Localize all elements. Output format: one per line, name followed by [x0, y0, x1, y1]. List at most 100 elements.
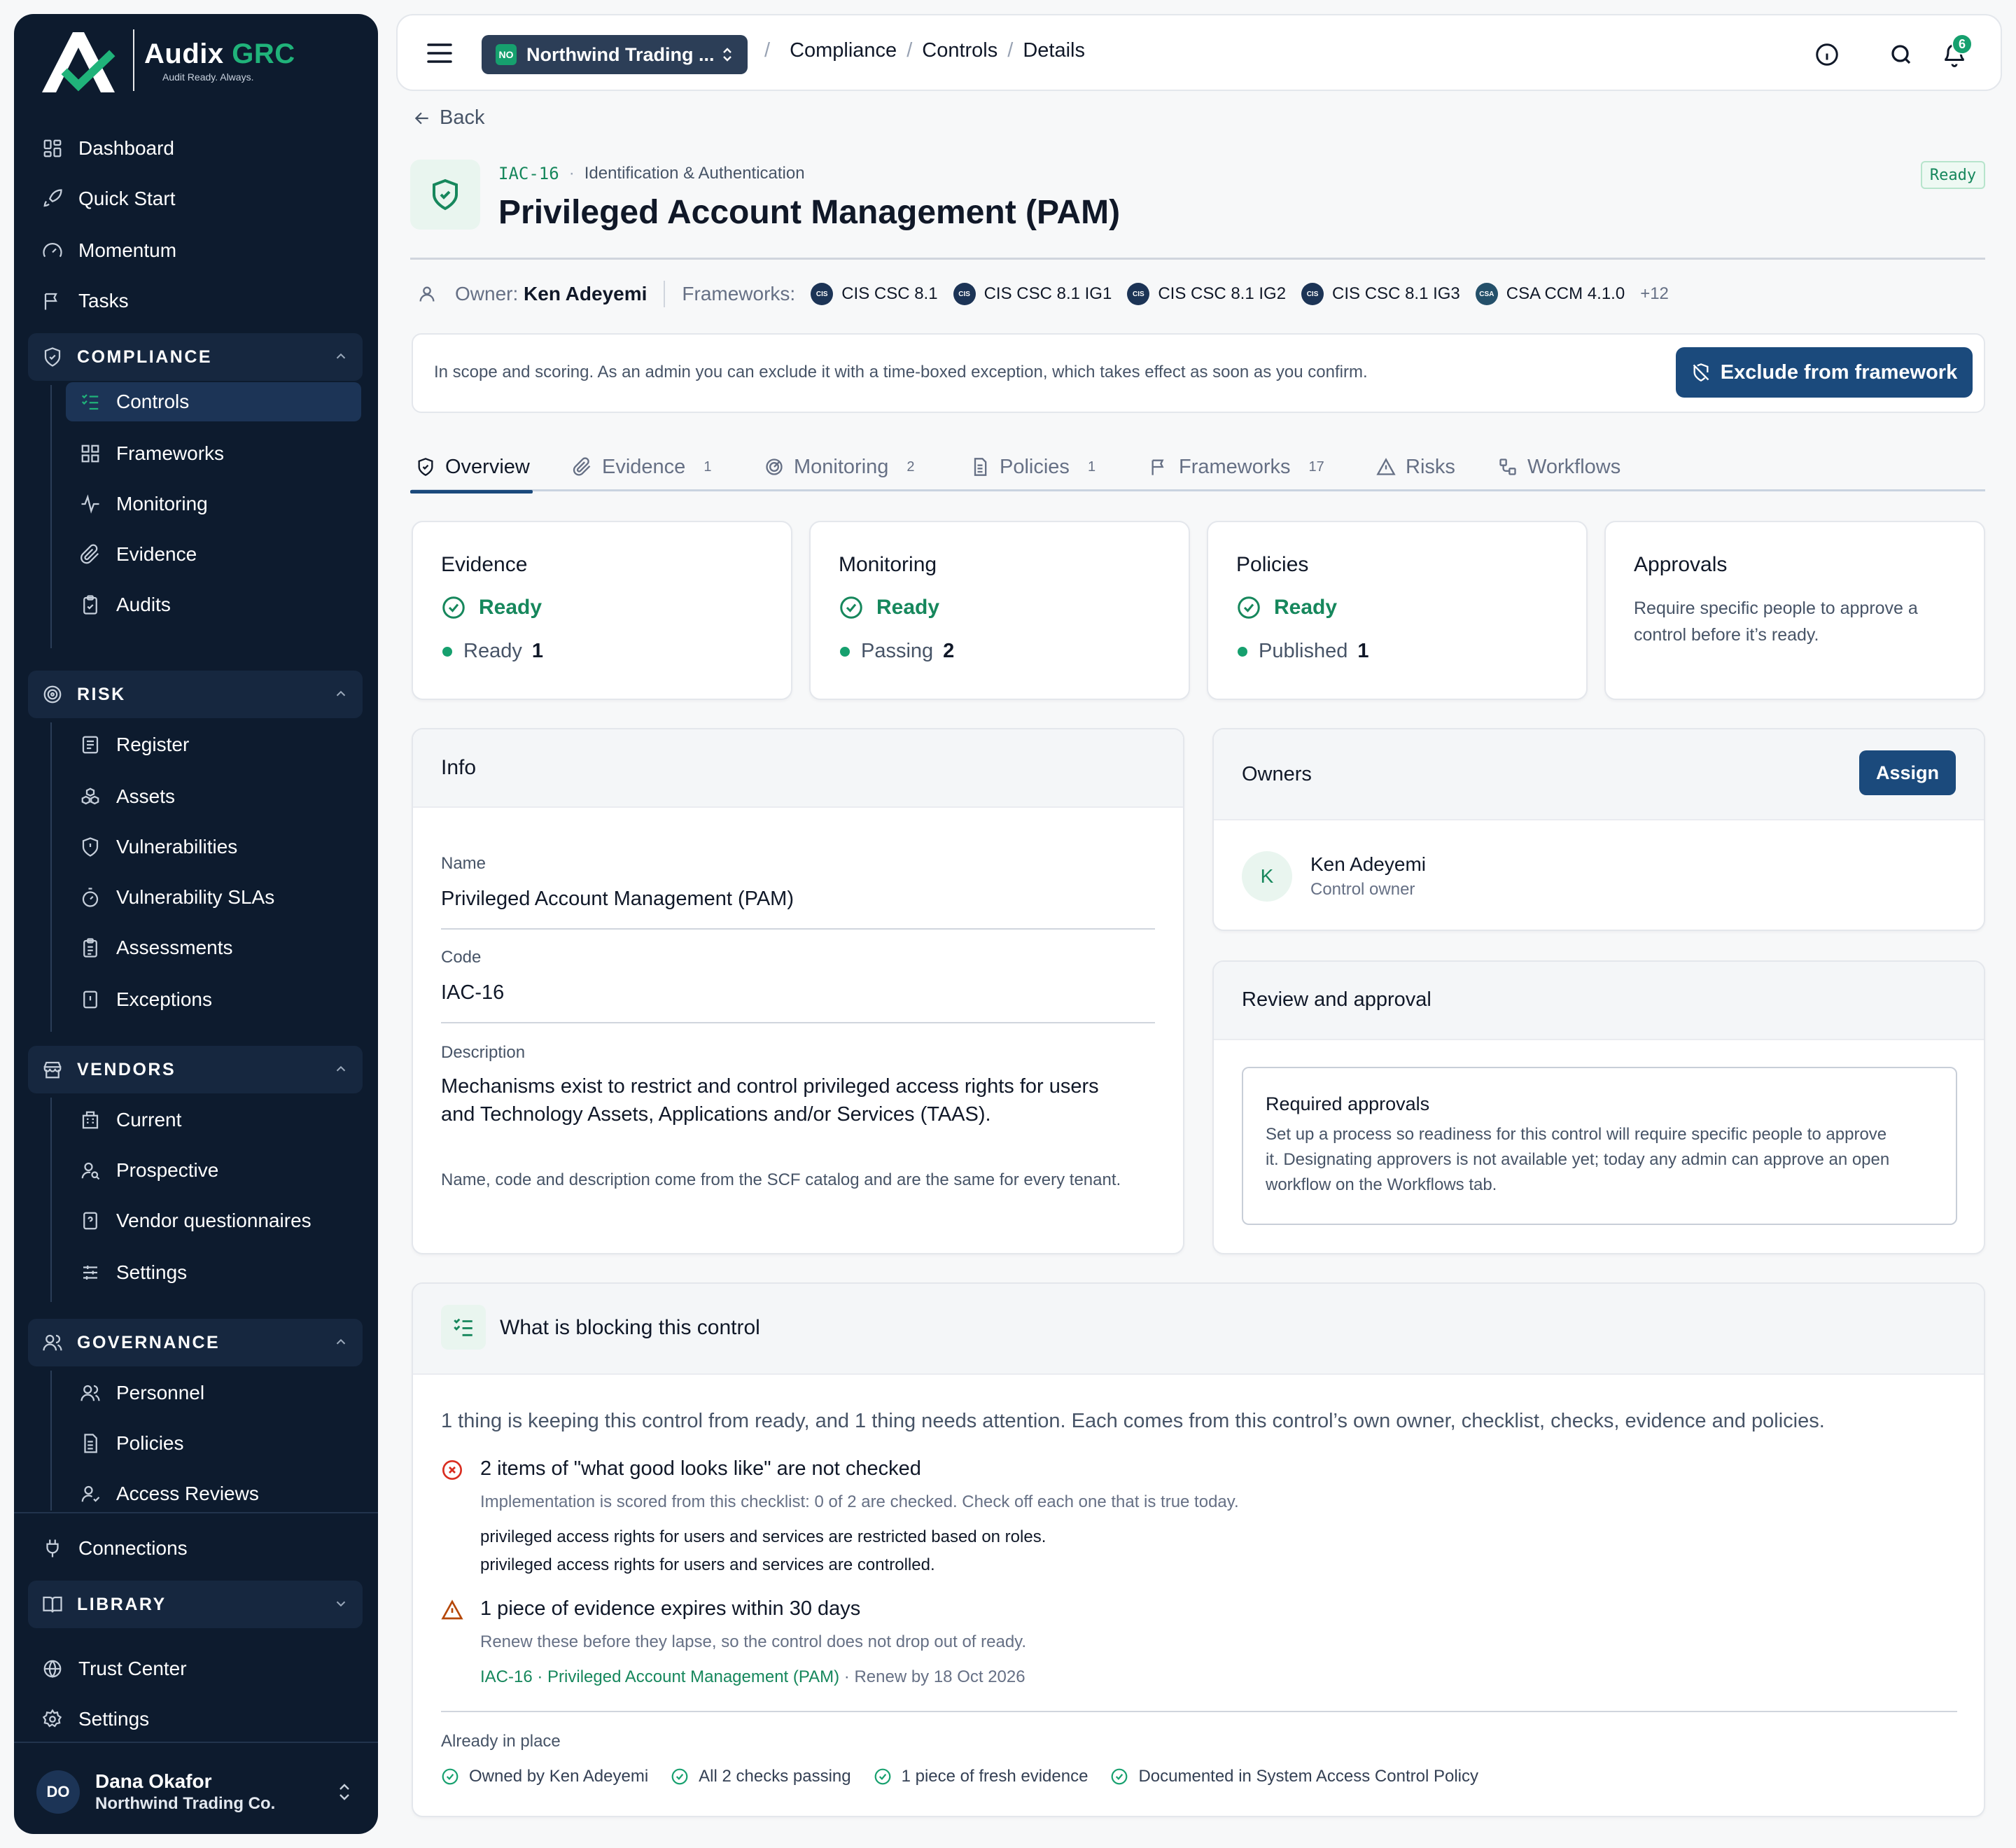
check-circle-icon — [442, 596, 465, 619]
policies-status: Ready — [1236, 595, 1337, 620]
chevron-up-down-icon — [340, 1784, 349, 1800]
sidebar-item-trust-center[interactable]: Trust Center — [42, 1649, 187, 1688]
org-badge: NO — [496, 44, 517, 65]
checklist-item[interactable]: privileged access rights for users and s… — [480, 1527, 1046, 1547]
file-text-icon — [974, 458, 987, 476]
sidebar-item-exceptions[interactable]: Exceptions — [80, 980, 212, 1019]
evidence-count: Ready 1 — [442, 640, 543, 663]
sidebar-item-vendor-questionnaires[interactable]: Vendor questionnaires — [80, 1201, 312, 1240]
sidebar-section-governance[interactable]: GOVERNANCE — [28, 1319, 363, 1366]
sidebar-item-connections[interactable]: Connections — [42, 1529, 188, 1568]
sidebar-section-library[interactable]: LIBRARY — [28, 1581, 363, 1628]
tab-workflows[interactable]: Workflows — [1498, 442, 1620, 491]
sidebar-item-audits[interactable]: Audits — [80, 585, 171, 624]
tab-evidence[interactable]: Evidence 1 — [573, 442, 711, 491]
sidebar-item-vendor-settings[interactable]: Settings — [80, 1253, 187, 1292]
breadcrumb-controls[interactable]: Controls — [922, 39, 997, 62]
monitoring-card[interactable]: Monitoring Ready Passing 2 — [809, 521, 1190, 700]
sidebar-item-vulnerability-slas[interactable]: Vulnerability SLAs — [80, 878, 274, 917]
sidebar-item-assets[interactable]: Assets — [80, 777, 175, 816]
activity-icon — [81, 494, 99, 514]
issue-title: 2 items of "what good looks like" are no… — [480, 1457, 921, 1480]
shield-off-icon — [1693, 363, 1709, 382]
sidebar-item-momentum[interactable]: Momentum — [42, 231, 176, 270]
in-place-item: All 2 checks passing — [671, 1767, 851, 1786]
owner-entry[interactable]: K Ken Adeyemi Control owner — [1242, 851, 1426, 902]
menu-icon[interactable] — [426, 41, 454, 66]
description-label: Description — [441, 1043, 526, 1062]
sidebar-section-risk[interactable]: RISK — [28, 671, 363, 718]
frameworks-label: Frameworks: — [682, 283, 796, 304]
sidebar-item-personnel[interactable]: Personnel — [80, 1373, 204, 1413]
policies-card[interactable]: Policies Ready Published 1 — [1207, 521, 1588, 700]
required-approvals-box: Required approvals Set up a process so r… — [1242, 1067, 1957, 1225]
dashboard-icon — [43, 139, 62, 158]
gauge-icon — [43, 242, 62, 258]
sidebar: Audix GRC Audit Ready. Always. Dashboard… — [14, 14, 378, 1834]
cis-logo-icon: CIS — [1127, 283, 1150, 305]
evidence-card[interactable]: Evidence Ready Ready 1 — [412, 521, 792, 700]
tab-policies[interactable]: Policies 1 — [970, 442, 1096, 491]
brand-tagline: Audit Ready. Always. — [162, 71, 254, 83]
sidebar-item-policies[interactable]: Policies — [80, 1424, 183, 1463]
sidebar-item-dashboard[interactable]: Dashboard — [42, 129, 174, 168]
tab-overview[interactable]: Overview — [410, 442, 533, 493]
sidebar-item-controls[interactable]: Controls — [66, 382, 361, 421]
sidebar-section-vendors[interactable]: VENDORS — [28, 1046, 363, 1093]
grid-icon — [81, 444, 99, 463]
sidebar-item-quick-start[interactable]: Quick Start — [42, 179, 175, 218]
user-search-icon — [81, 1162, 100, 1180]
exclude-from-framework-button[interactable]: Exclude from framework — [1676, 347, 1973, 398]
framework-chip[interactable]: CIS CIS CSC 8.1 IG1 — [953, 283, 1112, 305]
card-title: Evidence — [441, 553, 528, 576]
user-menu[interactable]: DO Dana Okafor Northwind Trading Co. — [14, 1750, 378, 1834]
sidebar-item-settings[interactable]: Settings — [42, 1700, 149, 1739]
register-icon — [82, 736, 99, 754]
sidebar-section-compliance[interactable]: COMPLIANCE — [28, 333, 363, 381]
info-icon[interactable] — [1814, 42, 1840, 67]
framework-chip[interactable]: CIS CIS CSC 8.1 IG3 — [1301, 283, 1460, 305]
sidebar-item-tasks[interactable]: Tasks — [42, 281, 129, 321]
sidebar-item-frameworks[interactable]: Frameworks — [80, 434, 224, 473]
notification-count-badge: 6 — [1952, 34, 1973, 55]
control-shield-icon — [410, 160, 480, 230]
sidebar-item-register[interactable]: Register — [80, 725, 189, 764]
tab-monitoring[interactable]: Monitoring 2 — [764, 442, 915, 491]
check-circle-icon — [1238, 596, 1260, 619]
card-title: Policies — [1236, 553, 1309, 576]
sidebar-item-assessments[interactable]: Assessments — [80, 928, 233, 967]
framework-chip[interactable]: CIS CIS CSC 8.1 — [811, 283, 938, 305]
approvals-card[interactable]: Approvals Require specific people to app… — [1604, 521, 1985, 700]
sidebar-item-evidence[interactable]: Evidence — [80, 535, 197, 574]
evidence-link[interactable]: IAC-16 · Privileged Account Management (… — [480, 1667, 839, 1686]
shield-check-icon — [44, 347, 61, 367]
gear-icon — [42, 1709, 62, 1728]
search-icon[interactable] — [1889, 42, 1914, 67]
warning-triangle-icon — [441, 1600, 463, 1620]
brand-logo[interactable]: Audix GRC Audit Ready. Always. — [36, 21, 295, 99]
sidebar-item-current[interactable]: Current — [80, 1100, 181, 1140]
sidebar-item-vulnerabilities[interactable]: Vulnerabilities — [80, 827, 237, 867]
in-place-item: Documented in System Access Control Poli… — [1110, 1767, 1478, 1786]
back-link[interactable]: Back — [413, 106, 484, 130]
framework-chip[interactable]: CSA CSA CCM 4.1.0 — [1475, 283, 1625, 305]
sidebar-item-access-reviews[interactable]: Access Reviews — [80, 1474, 259, 1513]
frameworks-more[interactable]: +12 — [1640, 284, 1669, 304]
tab-risks[interactable]: Risks — [1376, 442, 1455, 491]
breadcrumb-compliance[interactable]: Compliance — [790, 39, 897, 62]
sidebar-item-prospective[interactable]: Prospective — [80, 1151, 218, 1190]
brand-name: Audix GRC — [144, 38, 295, 69]
check-circle-icon — [874, 1768, 890, 1785]
avatar: K — [1242, 851, 1292, 902]
sidebar-item-monitoring[interactable]: Monitoring — [80, 484, 208, 524]
review-approval-card: Review and approval Required approvals S… — [1212, 960, 1985, 1254]
store-icon — [43, 1061, 62, 1079]
file-text-icon — [84, 1434, 97, 1453]
framework-chip[interactable]: CIS CIS CSC 8.1 IG2 — [1127, 283, 1286, 305]
checklist-item[interactable]: privileged access rights for users and s… — [480, 1555, 935, 1575]
assign-button[interactable]: Assign — [1859, 750, 1956, 795]
tab-frameworks[interactable]: Frameworks 17 — [1149, 442, 1324, 491]
approvals-description: Require specific people to approve a con… — [1634, 598, 1918, 645]
organization-switcher[interactable]: NO Northwind Trading ... — [482, 35, 748, 74]
blocking-issue: 2 items of "what good looks like" are no… — [441, 1457, 921, 1481]
